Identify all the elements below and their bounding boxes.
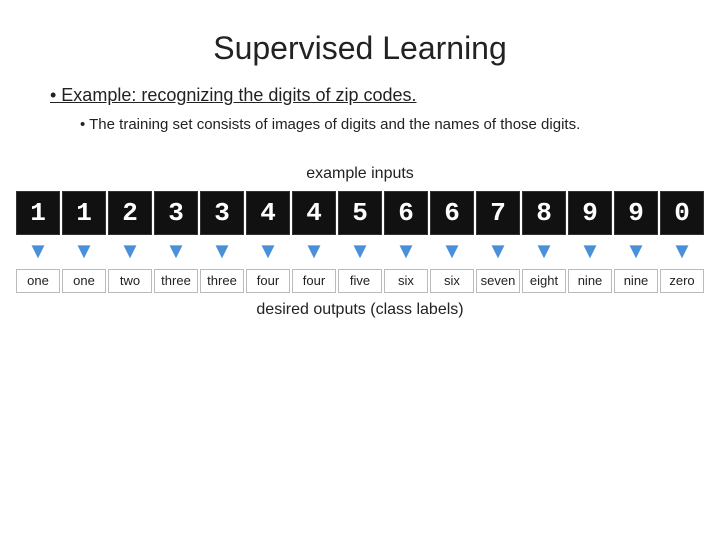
digits-row: 112334456678990 bbox=[16, 191, 704, 235]
arrow-icon: ▼ bbox=[246, 237, 290, 265]
arrow-icon: ▼ bbox=[292, 237, 336, 265]
arrow-icon: ▼ bbox=[568, 237, 612, 265]
arrows-row: ▼▼▼▼▼▼▼▼▼▼▼▼▼▼▼ bbox=[16, 237, 704, 265]
arrow-icon: ▼ bbox=[108, 237, 152, 265]
arrow-icon: ▼ bbox=[384, 237, 428, 265]
digit-cell: 9 bbox=[614, 191, 658, 235]
label-cell: two bbox=[108, 269, 152, 293]
slide-title: Supervised Learning bbox=[50, 30, 670, 67]
desired-outputs-label: desired outputs (class labels) bbox=[256, 301, 463, 319]
label-cell: seven bbox=[476, 269, 520, 293]
label-cell: one bbox=[62, 269, 106, 293]
digit-cell: 4 bbox=[292, 191, 336, 235]
arrow-icon: ▼ bbox=[522, 237, 566, 265]
digit-cell: 9 bbox=[568, 191, 612, 235]
arrow-icon: ▼ bbox=[154, 237, 198, 265]
label-cell: nine bbox=[568, 269, 612, 293]
label-cell: six bbox=[384, 269, 428, 293]
digit-cell: 5 bbox=[338, 191, 382, 235]
example-inputs-label: example inputs bbox=[306, 165, 414, 183]
arrow-icon: ▼ bbox=[660, 237, 704, 265]
arrow-icon: ▼ bbox=[614, 237, 658, 265]
label-cell: one bbox=[16, 269, 60, 293]
arrow-icon: ▼ bbox=[62, 237, 106, 265]
digit-cell: 4 bbox=[246, 191, 290, 235]
digit-cell: 6 bbox=[384, 191, 428, 235]
label-cell: five bbox=[338, 269, 382, 293]
slide-container: Supervised Learning • Example: recognizi… bbox=[0, 0, 720, 540]
label-cell: three bbox=[154, 269, 198, 293]
label-cell: four bbox=[292, 269, 336, 293]
digit-cell: 1 bbox=[16, 191, 60, 235]
digit-cell: 6 bbox=[430, 191, 474, 235]
arrow-icon: ▼ bbox=[200, 237, 244, 265]
arrow-icon: ▼ bbox=[16, 237, 60, 265]
label-cell: zero bbox=[660, 269, 704, 293]
digit-cell: 2 bbox=[108, 191, 152, 235]
label-cell: nine bbox=[614, 269, 658, 293]
arrow-icon: ▼ bbox=[338, 237, 382, 265]
arrow-icon: ▼ bbox=[430, 237, 474, 265]
label-cell: four bbox=[246, 269, 290, 293]
digit-cell: 7 bbox=[476, 191, 520, 235]
arrow-icon: ▼ bbox=[476, 237, 520, 265]
example-section: example inputs 112334456678990 ▼▼▼▼▼▼▼▼▼… bbox=[50, 165, 670, 319]
label-cell: three bbox=[200, 269, 244, 293]
digit-cell: 3 bbox=[200, 191, 244, 235]
bullet-main-text: • Example: recognizing the digits of zip… bbox=[50, 85, 580, 155]
digit-cell: 1 bbox=[62, 191, 106, 235]
digit-cell: 0 bbox=[660, 191, 704, 235]
digit-cell: 8 bbox=[522, 191, 566, 235]
label-cell: eight bbox=[522, 269, 566, 293]
digit-cell: 3 bbox=[154, 191, 198, 235]
labels-row: oneonetwothreethreefourfourfivesixsixsev… bbox=[16, 269, 704, 293]
label-cell: six bbox=[430, 269, 474, 293]
